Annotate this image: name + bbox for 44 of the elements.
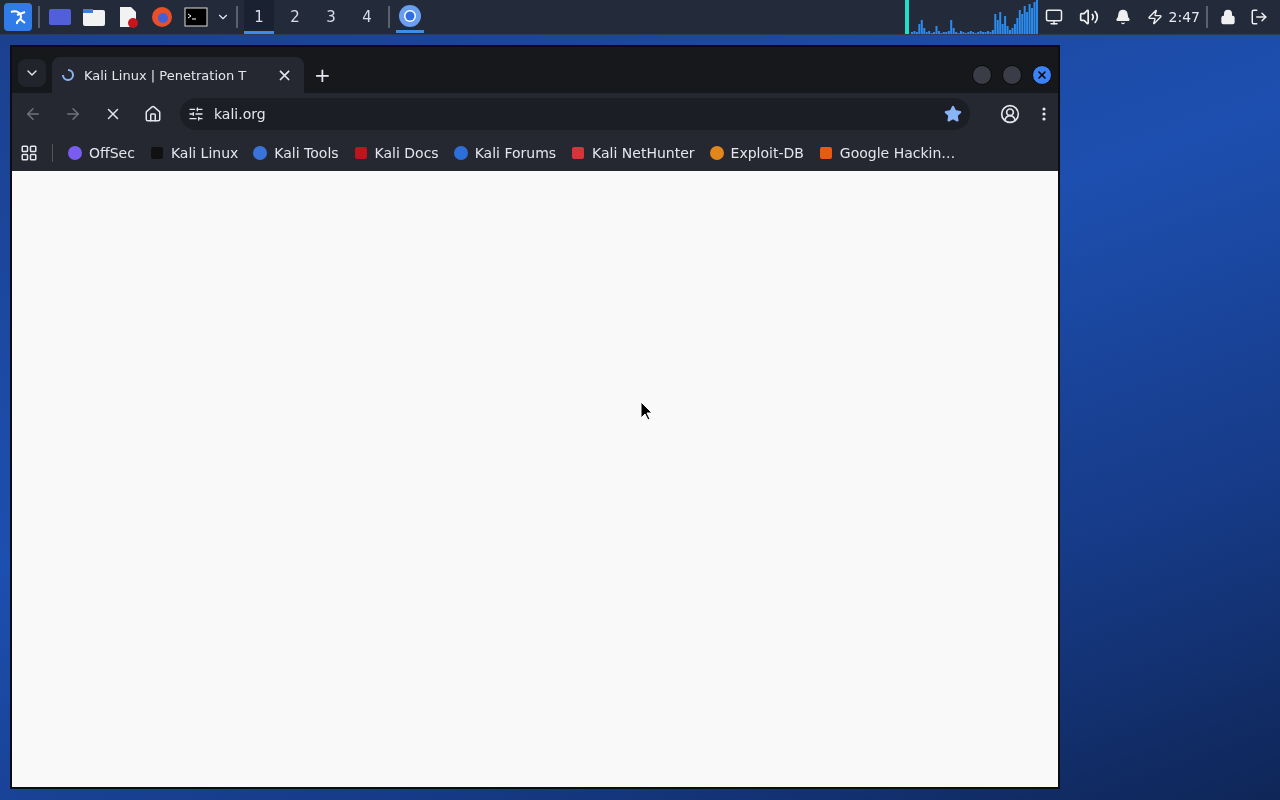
apps-icon[interactable]	[20, 144, 38, 162]
bookmark-link[interactable]: Kali Forums	[452, 145, 557, 161]
close-icon	[1036, 69, 1048, 81]
bookmark-link[interactable]: Kali NetHunter	[570, 145, 695, 161]
site-icon	[148, 145, 165, 161]
bookmark-link[interactable]: Kali Docs	[352, 145, 439, 161]
site-icon	[570, 145, 587, 161]
browser-tab[interactable]: Kali Linux | Penetration T ×	[52, 57, 304, 93]
clock[interactable]: 2:47	[1168, 9, 1200, 25]
workspace-button[interactable]: 3	[316, 0, 346, 34]
workspace-button[interactable]: 2	[280, 0, 310, 34]
arrow-right-icon	[64, 105, 82, 123]
site-icon	[708, 145, 725, 161]
site-icon	[817, 145, 834, 161]
address-bar[interactable]: kali.org	[180, 98, 970, 130]
tab-list-button[interactable]	[18, 59, 46, 87]
logout-icon[interactable]	[1250, 8, 1268, 26]
power-icon[interactable]	[1146, 9, 1163, 25]
menu-icon	[1042, 107, 1046, 121]
url-text: kali.org	[214, 106, 267, 122]
bookmark-link[interactable]: Kali Tools	[252, 145, 339, 161]
bookmark-link[interactable]: Google Hackin…	[817, 145, 956, 161]
bookmark-link[interactable]: Kali Linux	[148, 145, 239, 161]
site-settings-icon[interactable]	[188, 106, 204, 122]
cursor-icon	[640, 401, 652, 421]
site-icon	[252, 145, 269, 161]
bell-icon[interactable]	[1114, 9, 1131, 25]
volume-icon[interactable]	[1078, 7, 1099, 27]
close-tab-button[interactable]: ×	[272, 66, 296, 84]
home-icon	[144, 105, 162, 123]
bookmark-star-icon[interactable]	[944, 105, 962, 123]
tab-title: Kali Linux | Penetration T	[84, 67, 248, 83]
site-icon	[352, 145, 369, 161]
close-window-button[interactable]	[1032, 65, 1052, 85]
loading-spinner-icon	[60, 67, 76, 83]
workspace-button[interactable]: 1	[244, 0, 274, 34]
lock-icon[interactable]	[1220, 9, 1236, 25]
workspace-button[interactable]: 4	[352, 0, 382, 34]
new-tab-button[interactable]: +	[310, 65, 335, 85]
bookmark-link[interactable]: Exploit-DB	[708, 145, 804, 161]
site-icon	[452, 145, 469, 161]
site-icon	[67, 145, 83, 161]
profile-icon	[1000, 104, 1020, 124]
bookmark-link[interactable]: OffSec	[67, 145, 135, 161]
